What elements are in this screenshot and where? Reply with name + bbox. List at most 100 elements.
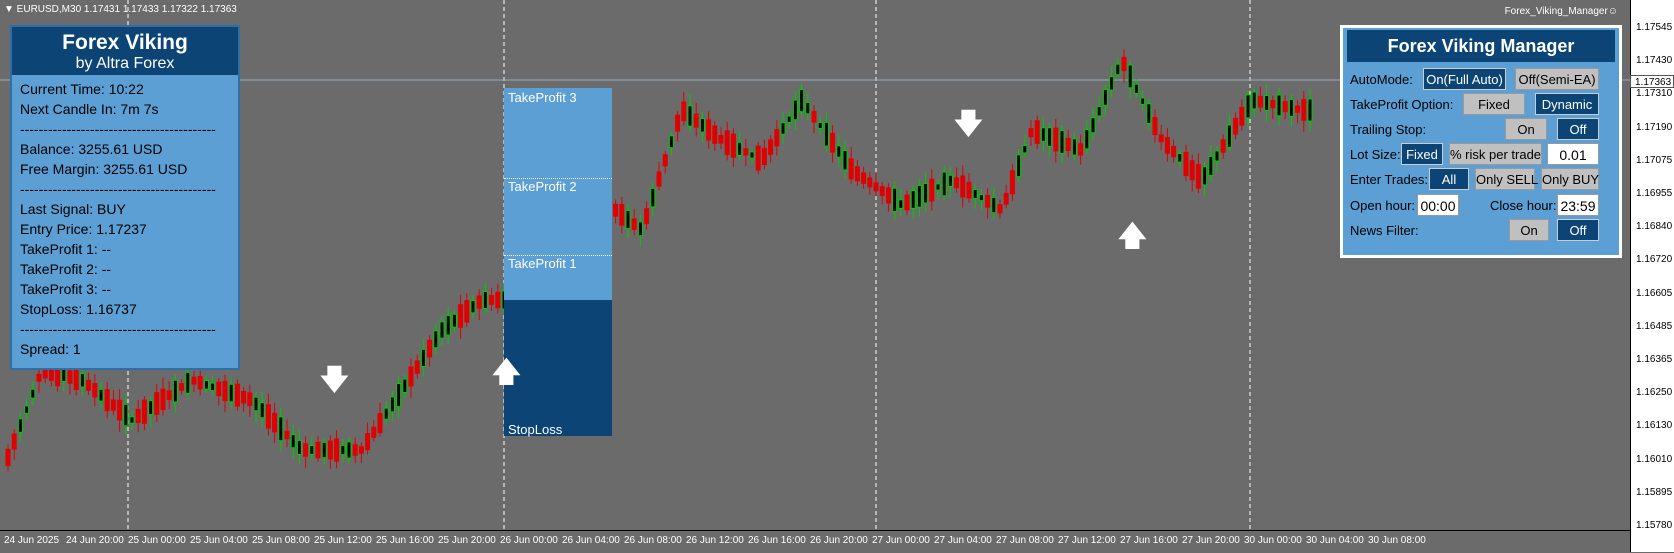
candle-body <box>1202 166 1208 186</box>
lot-fixed-button[interactable]: Fixed <box>1401 143 1443 165</box>
trailing-on-button[interactable]: On <box>1505 118 1547 140</box>
enter-all-button[interactable]: All <box>1429 168 1469 190</box>
tp-dynamic-button[interactable]: Dynamic <box>1535 93 1599 115</box>
candle-body <box>966 181 972 199</box>
current-price-tag: 1.17363 <box>1630 75 1674 88</box>
open-hour-field[interactable]: 00:00 <box>1417 194 1459 216</box>
candle-body <box>365 433 371 451</box>
candle-body <box>619 203 625 226</box>
candle-body <box>873 182 879 192</box>
lot-size-field[interactable]: 0.01 <box>1547 143 1599 165</box>
candle-body <box>1276 94 1282 117</box>
lot-risk-button[interactable]: % risk per trade <box>1449 143 1542 165</box>
candle-body <box>687 105 693 127</box>
candle-body <box>1282 101 1288 113</box>
candle-body <box>67 370 73 384</box>
trailing-row: Trailing Stop: On Off <box>1350 118 1612 142</box>
lot-size-label: Lot Size: <box>1350 147 1401 162</box>
manager-panel: Forex Viking Manager AutoMode: On(Full A… <box>1340 25 1622 258</box>
price-chart[interactable]: ▼ EURUSD,M30 1.17431 1.17433 1.17322 1.1… <box>0 0 1630 530</box>
candle-body <box>1096 106 1102 117</box>
price-tick-label: 1.16840 <box>1636 221 1673 233</box>
time-tick-label: 27 Jun 08:00 <box>996 535 1054 546</box>
candle-body <box>36 373 42 382</box>
candle-body <box>929 178 935 202</box>
time-tick-label: 27 Jun 12:00 <box>1058 535 1116 546</box>
info-header: Forex Viking by Altra Forex <box>12 27 238 75</box>
time-tick-label: 26 Jun 00:00 <box>500 535 558 546</box>
symbol-info: ▼ EURUSD,M30 1.17431 1.17433 1.17322 1.1… <box>4 4 237 15</box>
candle-body <box>79 373 85 388</box>
candle-body <box>854 166 860 182</box>
info-spread: Spread: 1 <box>20 341 81 357</box>
time-axis[interactable]: 24 Jun 2025 24 Jun 20:00 25 Jun 00:00 25 Ju… <box>0 530 1630 553</box>
candle-body <box>402 378 408 394</box>
automode-on-button[interactable]: On(Full Auto) <box>1423 68 1506 90</box>
candle-body <box>898 199 904 209</box>
candle-body <box>1022 144 1028 154</box>
candle-body <box>1053 127 1059 152</box>
candle-body <box>861 172 867 184</box>
time-tick-label: 27 Jun 04:00 <box>934 535 992 546</box>
candle-body <box>675 114 681 132</box>
trailing-off-button[interactable]: Off <box>1557 118 1599 140</box>
news-off-button[interactable]: Off <box>1557 219 1599 241</box>
time-tick-label: 26 Jun 12:00 <box>686 535 744 546</box>
tp-fixed-button[interactable]: Fixed <box>1463 93 1525 115</box>
candle-body <box>656 171 662 187</box>
automode-off-button[interactable]: Off(Semi-EA) <box>1515 68 1599 90</box>
candle-body <box>396 383 402 408</box>
time-tick-label: 25 Jun 20:00 <box>438 535 496 546</box>
candle-body <box>290 434 296 449</box>
candle-body <box>904 194 910 211</box>
price-tick-label: 1.17545 <box>1636 22 1673 33</box>
candle-body <box>774 129 780 147</box>
candle-body <box>24 405 30 414</box>
candle-body <box>247 392 253 407</box>
enter-sell-button[interactable]: Only SELL <box>1475 168 1538 190</box>
candle-body <box>172 379 178 403</box>
time-tick-label: 26 Jun 08:00 <box>624 535 682 546</box>
enter-buy-button[interactable]: Only BUY <box>1541 168 1599 190</box>
candle-body <box>451 313 457 328</box>
candle-body <box>978 194 984 202</box>
time-tick-label: 27 Jun 20:00 <box>1182 535 1240 546</box>
candle-body <box>737 141 743 156</box>
candle-body <box>1195 164 1201 189</box>
close-hour-field[interactable]: 23:59 <box>1557 194 1599 216</box>
candle-body <box>842 149 848 171</box>
time-tick-label: 26 Jun 20:00 <box>810 535 868 546</box>
candle-body <box>358 446 364 454</box>
news-on-button[interactable]: On <box>1509 219 1549 241</box>
candle-body <box>817 121 823 129</box>
candle-body <box>265 404 271 429</box>
info-tp3: TakeProfit 3: -- <box>20 281 112 297</box>
candle-body <box>284 430 290 440</box>
buy-arrow-icon: 🡅 <box>492 356 521 387</box>
candle-body <box>197 376 203 390</box>
info-free-margin: Free Margin: 3255.61 USD <box>20 161 188 177</box>
candle-body <box>749 151 755 159</box>
candle-body <box>1009 170 1015 195</box>
candle-body <box>761 147 767 165</box>
candle-body <box>830 133 836 153</box>
candle-body <box>278 416 284 442</box>
candle-body <box>1102 89 1108 106</box>
candle-body <box>1127 64 1133 89</box>
price-tick-label: 1.16250 <box>1636 387 1673 399</box>
candle-body <box>1071 138 1077 156</box>
price-tick-label: 1.17310 <box>1636 88 1673 100</box>
candle-body <box>892 187 898 212</box>
candle-body <box>123 403 129 427</box>
candle-body <box>1214 150 1220 162</box>
candle-body <box>693 113 699 128</box>
candle-body <box>1257 95 1263 108</box>
candle-body <box>253 396 259 412</box>
candle-body <box>129 416 135 424</box>
manager-title: Forex Viking Manager <box>1347 30 1615 62</box>
time-tick-label: 24 Jun 2025 <box>4 535 60 546</box>
candle-body <box>470 300 476 314</box>
candle-body <box>1301 99 1307 121</box>
candle-body <box>11 433 17 450</box>
sell-arrow-icon: 🡇 <box>954 108 983 139</box>
